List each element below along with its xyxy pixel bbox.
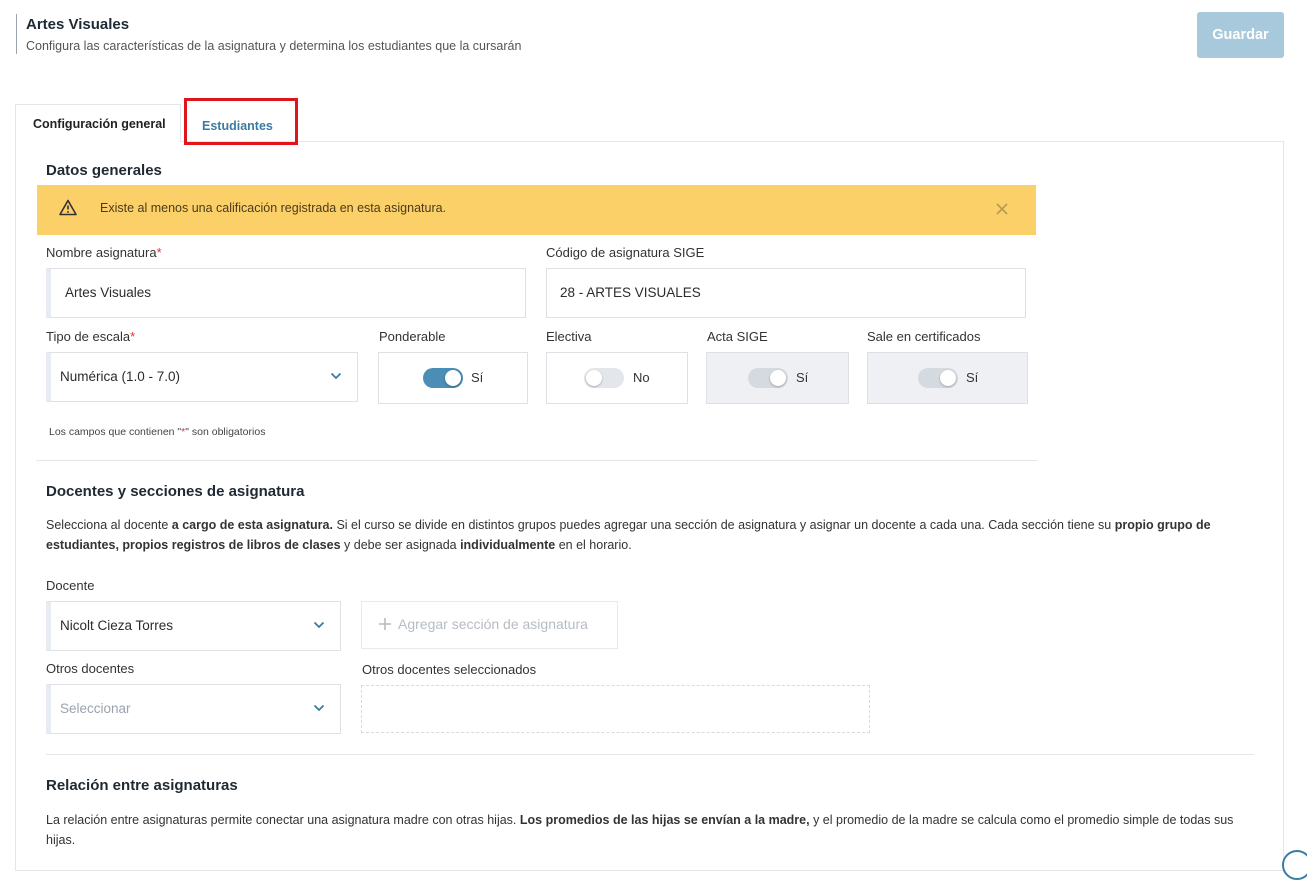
certificates-switch — [918, 368, 958, 388]
sige-code-label: Código de asignatura SIGE — [546, 245, 705, 260]
section-title-relation: Relación entre asignaturas — [46, 777, 238, 794]
scale-type-value: Numérica (1.0 - 7.0) — [60, 369, 181, 384]
acta-sige-state: Sí — [796, 370, 809, 385]
acta-sige-toggle-box: Sí — [706, 352, 849, 404]
plus-icon — [378, 616, 398, 632]
ponderable-switch[interactable] — [423, 368, 463, 388]
other-teachers-placeholder: Seleccionar — [60, 701, 131, 716]
divider — [36, 460, 1037, 461]
required-note: Los campos que contienen "*" son obligat… — [49, 426, 266, 438]
section-title-general: Datos generales — [46, 162, 162, 179]
scale-type-select[interactable]: Numérica (1.0 - 7.0) — [46, 352, 358, 402]
help-chat-icon[interactable] — [1282, 850, 1307, 880]
add-section-label: Agregar sección de asignatura — [398, 616, 588, 632]
ponderable-toggle-box: Sí — [378, 352, 528, 404]
page-title: Artes Visuales — [26, 16, 130, 33]
add-section-button[interactable]: Agregar sección de asignatura — [361, 601, 618, 649]
chevron-down-icon — [313, 617, 325, 632]
certificates-state: Sí — [966, 370, 979, 385]
subject-name-label: Nombre asignatura* — [46, 245, 162, 260]
page-header: Artes Visuales Configura las característ… — [16, 14, 521, 54]
scale-type-label: Tipo de escala* — [46, 329, 136, 344]
teacher-select[interactable]: Nicolt Cieza Torres — [46, 601, 341, 651]
tab-general-config[interactable]: Configuración general — [15, 104, 181, 142]
acta-sige-switch — [748, 368, 788, 388]
page-subtitle: Configura las características de la asig… — [26, 39, 522, 53]
chevron-down-icon — [313, 700, 325, 715]
electiva-state: No — [633, 370, 650, 385]
electiva-label: Electiva — [546, 329, 592, 344]
relation-description: La relación entre asignaturas permite co… — [46, 813, 1234, 847]
chevron-down-icon — [330, 368, 342, 383]
teacher-label: Docente — [46, 578, 95, 593]
electiva-toggle-box: No — [546, 352, 688, 404]
subject-name-input[interactable]: Artes Visuales — [46, 268, 526, 318]
section-title-teachers: Docentes y secciones de asignatura — [46, 483, 305, 500]
ponderable-label: Ponderable — [379, 329, 446, 344]
close-icon[interactable] — [995, 197, 1009, 221]
certificates-label: Sale en certificados — [867, 329, 981, 344]
warning-icon — [59, 199, 77, 221]
alert-message: Existe al menos una calificación registr… — [100, 201, 447, 215]
electiva-switch[interactable] — [584, 368, 624, 388]
save-button[interactable]: Guardar — [1197, 12, 1284, 58]
other-teachers-label: Otros docentes — [46, 661, 135, 676]
teachers-description: Selecciona al docente a cargo de esta as… — [46, 518, 1211, 552]
selected-teachers-box — [361, 685, 870, 733]
other-teachers-select[interactable]: Seleccionar — [46, 684, 341, 734]
teacher-value: Nicolt Cieza Torres — [60, 618, 174, 633]
acta-sige-label: Acta SIGE — [707, 329, 768, 344]
divider — [46, 754, 1254, 755]
selected-teachers-label: Otros docentes seleccionados — [362, 662, 537, 677]
warning-alert: Existe al menos una calificación registr… — [37, 185, 1036, 235]
tab-students[interactable]: Estudiantes — [186, 110, 295, 142]
ponderable-state: Sí — [471, 370, 484, 385]
certificates-toggle-box: Sí — [867, 352, 1028, 404]
sige-code-input[interactable]: 28 - ARTES VISUALES — [546, 268, 1026, 318]
